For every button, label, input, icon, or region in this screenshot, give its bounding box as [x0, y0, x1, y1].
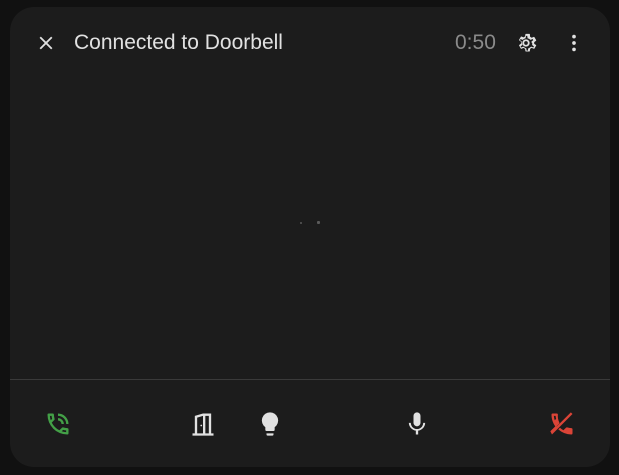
settings-button[interactable]: [506, 23, 546, 63]
open-door-button[interactable]: [183, 404, 223, 444]
call-actions-bar: [10, 380, 610, 467]
toggle-light-button[interactable]: [250, 404, 290, 444]
door-open-icon: [189, 410, 217, 438]
phone-hangup-icon: [548, 410, 576, 438]
call-timer: 0:50: [455, 31, 496, 54]
more-vertical-icon: [563, 32, 585, 54]
lightbulb-icon: [256, 410, 284, 438]
hang-up-button[interactable]: [542, 404, 582, 444]
more-menu-button[interactable]: [554, 23, 594, 63]
microphone-icon: [403, 410, 431, 438]
answer-call-button[interactable]: [38, 404, 78, 444]
close-button[interactable]: [26, 23, 66, 63]
phone-in-talk-icon: [44, 410, 72, 438]
video-stream-area: [10, 79, 610, 379]
intercom-dialog: Connected to Doorbell 0:50: [10, 7, 610, 467]
dialog-header: Connected to Doorbell 0:50: [10, 7, 610, 79]
microphone-button[interactable]: [397, 404, 437, 444]
close-icon: [35, 32, 57, 54]
dialog-title: Connected to Doorbell: [74, 31, 283, 54]
gear-icon: [515, 32, 537, 54]
